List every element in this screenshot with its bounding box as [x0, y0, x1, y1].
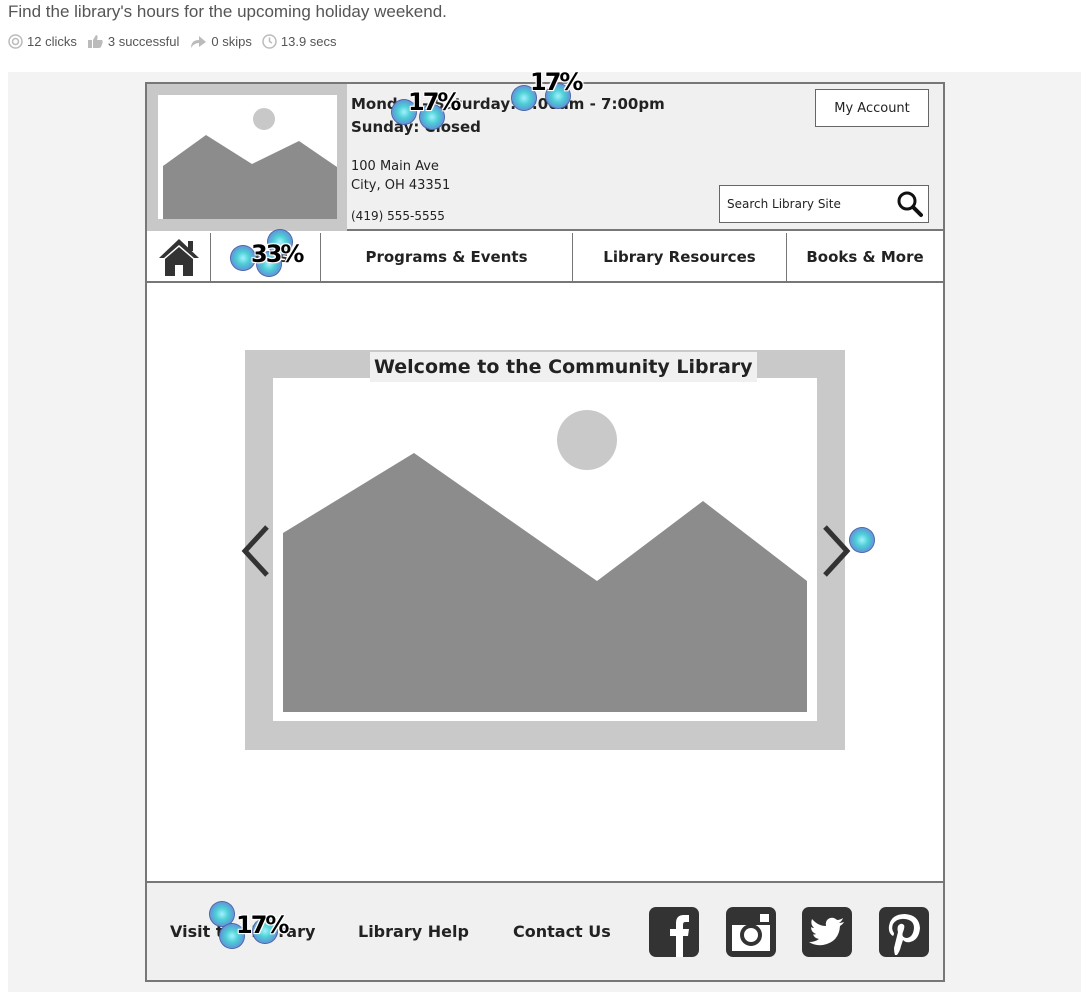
pinterest-icon[interactable]: [879, 907, 929, 957]
heatmap-percent-label: 17%: [236, 911, 289, 939]
twitter-icon[interactable]: [802, 907, 852, 957]
thumbs-up-icon: [87, 34, 103, 48]
carousel-image-placeholder-icon: [283, 410, 807, 712]
skip-arrow-icon: [191, 35, 207, 48]
home-button[interactable]: [147, 233, 211, 281]
logo-image-frame: [158, 95, 337, 219]
carousel-title: Welcome to the Community Library: [370, 352, 757, 382]
heatmap-percent-label: 17%: [408, 88, 461, 116]
library-address: 100 Main Ave City, OH 43351: [351, 157, 450, 195]
home-icon: [158, 239, 199, 276]
stat-successful: 3 successful: [87, 34, 179, 49]
logo-placeholder[interactable]: [147, 84, 347, 231]
heatmap-percent-label: 17%: [530, 68, 583, 96]
image-placeholder-icon: [163, 108, 337, 219]
instagram-icon[interactable]: [726, 907, 776, 957]
nav-programs-events[interactable]: Programs & Events: [321, 233, 573, 281]
footer-library-help[interactable]: Library Help: [358, 922, 469, 941]
nav-library-resources[interactable]: Library Resources: [573, 233, 787, 281]
search-icon[interactable]: [896, 190, 924, 218]
nav-books-more[interactable]: Books & More: [787, 233, 943, 281]
clock-icon: [262, 33, 277, 49]
carousel-image-frame: [273, 378, 817, 721]
hero-carousel: Welcome to the Community Library: [245, 350, 845, 750]
site-header: Monday - Saturday: 8:00am - 7:00pm Sunda…: [147, 84, 943, 231]
heatmap-click: [849, 527, 875, 553]
stat-time: 13.9 secs: [262, 34, 337, 49]
facebook-icon[interactable]: [649, 907, 699, 957]
search-field[interactable]: Search Library Site: [719, 185, 929, 223]
carousel-prev-arrow-icon[interactable]: [239, 524, 273, 578]
heatmap-percent-label: 33%: [251, 240, 304, 268]
task-stats: 12 clicks 3 successful 0 skips 13.9 secs: [8, 32, 347, 50]
footer-contact-us[interactable]: Contact Us: [513, 922, 611, 941]
stat-skips: 0 skips: [189, 34, 252, 49]
carousel-next-arrow-icon[interactable]: [819, 524, 853, 578]
search-placeholder: Search Library Site: [727, 197, 841, 211]
library-phone: (419) 555-5555: [351, 209, 445, 223]
task-question: Find the library's hours for the upcomin…: [8, 2, 447, 21]
address-city: City, OH 43351: [351, 178, 451, 193]
address-street: 100 Main Ave: [351, 159, 439, 174]
stat-clicks: 12 clicks: [8, 34, 77, 49]
my-account-button[interactable]: My Account: [815, 89, 929, 127]
clicks-icon: [8, 33, 23, 49]
library-wireframe: Monday - Saturday: 8:00am - 7:00pm Sunda…: [145, 82, 945, 982]
